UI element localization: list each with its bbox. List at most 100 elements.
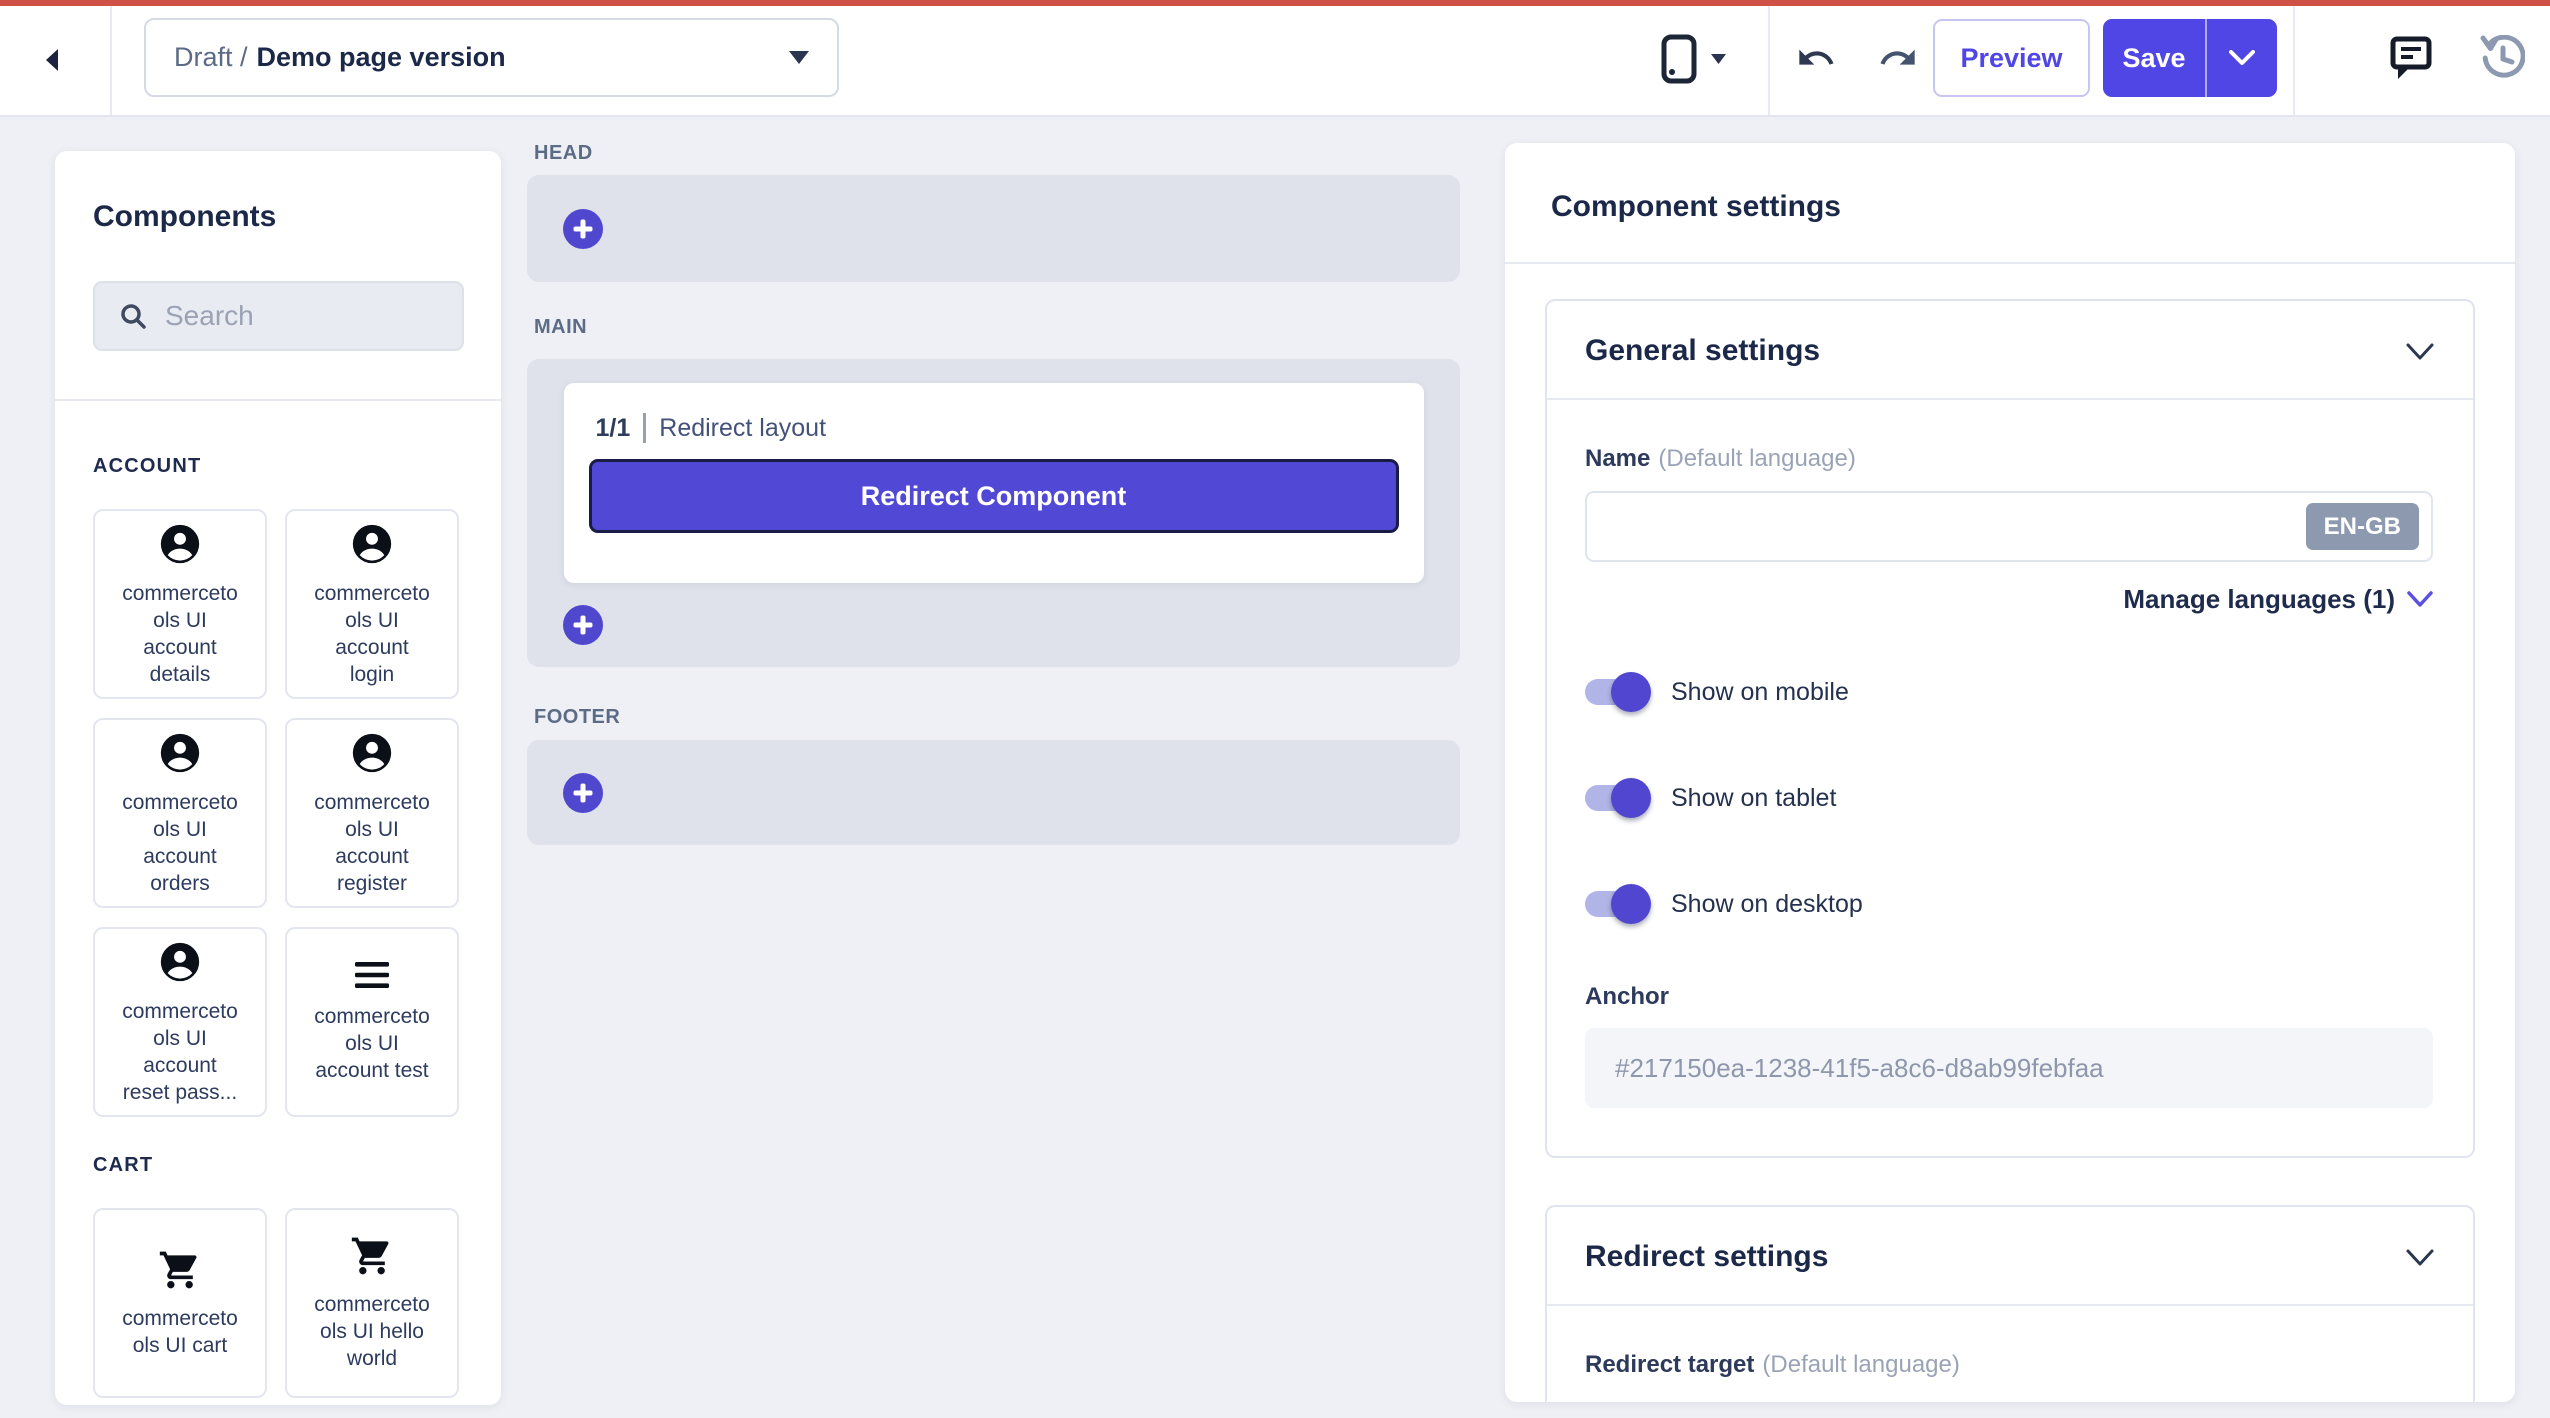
cell-divider (643, 413, 646, 443)
zone-label-main: MAIN (534, 316, 587, 339)
toolbar-divider (1768, 6, 1770, 115)
component-tile[interactable]: commerceto ols UI account orders (93, 718, 267, 908)
redirect-settings-card: Redirect settings Redirect target(Defaul… (1545, 1205, 2475, 1402)
tile-label: commerceto ols UI account login (314, 580, 430, 688)
main-dropzone[interactable]: 1/1 Redirect layout Redirect Component (527, 359, 1460, 667)
search-input[interactable] (163, 299, 452, 333)
menu-icon (351, 960, 393, 990)
back-button[interactable] (30, 42, 74, 78)
show-on-tablet-row: Show on tablet (1585, 776, 2433, 820)
redirect-settings-title: Redirect settings (1585, 1240, 1828, 1274)
component-tile[interactable]: commerceto ols UI hello world (285, 1208, 459, 1398)
device-preview-select[interactable] (1655, 30, 1740, 88)
name-field-label: Name(Default language) (1585, 444, 2433, 474)
save-button[interactable]: Save (2103, 19, 2205, 97)
component-tile[interactable]: commerceto ols UI account test (285, 927, 459, 1117)
tile-label: commerceto ols UI hello world (314, 1291, 430, 1372)
comment-icon (2389, 35, 2433, 81)
zone-label-head: HEAD (534, 142, 593, 165)
cell-layout-name: Redirect layout (659, 414, 826, 443)
toggle-label: Show on desktop (1671, 890, 1863, 919)
component-tile[interactable]: commerceto ols UI account login (285, 509, 459, 699)
cell-position-badge: 1/1 (596, 414, 631, 443)
component-tile[interactable]: commerceto ols UI cart (93, 1208, 267, 1398)
cart-icon (350, 1234, 394, 1278)
account-circle-icon (349, 730, 395, 776)
chevron-down-icon (2405, 1248, 2435, 1267)
anchor-field[interactable]: #217150ea-1238-41f5-a8c6-d8ab99febfaa (1585, 1028, 2433, 1108)
footer-dropzone[interactable] (527, 740, 1460, 845)
redo-button[interactable] (1876, 36, 1920, 80)
add-component-button-head[interactable] (563, 209, 603, 249)
general-settings-header[interactable]: General settings (1547, 301, 2473, 400)
section-label-account: ACCOUNT (93, 455, 464, 478)
component-search (93, 281, 464, 351)
add-component-button-main[interactable] (563, 605, 603, 645)
redo-icon (1878, 41, 1918, 75)
comments-button[interactable] (2388, 34, 2434, 82)
anchor-field-label: Anchor (1585, 982, 2433, 1012)
history-button[interactable] (2478, 34, 2526, 82)
chevron-down-icon (2405, 342, 2435, 361)
toolbar-divider (2293, 6, 2295, 115)
general-settings-card: General settings Name(Default language) … (1545, 299, 2475, 1158)
account-circle-icon (157, 730, 203, 776)
show-on-desktop-row: Show on desktop (1585, 882, 2433, 926)
tile-label: commerceto ols UI account register (314, 789, 430, 897)
redirect-component[interactable]: Redirect Component (589, 459, 1399, 533)
component-tile[interactable]: commerceto ols UI account register (285, 718, 459, 908)
language-badge: EN-GB (2306, 503, 2419, 550)
tile-label: commerceto ols UI account test (314, 1003, 430, 1084)
search-icon (119, 302, 147, 330)
page-version-select[interactable]: Draft / Demo page version (144, 18, 839, 97)
save-button-group: Save (2103, 19, 2277, 97)
sidebar-divider (55, 399, 501, 401)
tile-label: commerceto ols UI account orders (122, 789, 238, 897)
account-circle-icon (157, 939, 203, 985)
cart-tile-grid: commerceto ols UI cart commerceto ols UI… (93, 1208, 464, 1398)
tile-label: commerceto ols UI cart (122, 1305, 238, 1359)
top-accent-bar (0, 0, 2550, 6)
cart-icon (158, 1248, 202, 1292)
toolbar-divider (110, 6, 112, 115)
head-dropzone[interactable] (527, 175, 1460, 282)
toggle-label: Show on tablet (1671, 784, 1836, 813)
add-component-button-footer[interactable] (563, 773, 603, 813)
tile-label: commerceto ols UI account details (122, 580, 238, 688)
account-tile-grid: commerceto ols UI account details commer… (93, 509, 464, 1117)
chevron-down-icon (2229, 50, 2255, 66)
settings-panel-title: Component settings (1551, 190, 2515, 224)
mobile-icon (1661, 34, 1697, 84)
redirect-settings-header[interactable]: Redirect settings (1547, 1207, 2473, 1306)
caret-down-icon (789, 51, 809, 64)
undo-icon (1796, 41, 1836, 75)
components-sidebar: Components ACCOUNT commerceto ols UI acc… (55, 151, 501, 1405)
toggle-label: Show on mobile (1671, 678, 1849, 707)
account-circle-icon (349, 521, 395, 567)
toggle-show-on-mobile[interactable] (1585, 670, 1651, 714)
show-on-mobile-row: Show on mobile (1585, 670, 2433, 714)
undo-button[interactable] (1794, 36, 1838, 80)
general-settings-title: General settings (1585, 334, 1820, 368)
save-options-button[interactable] (2207, 19, 2277, 97)
version-prefix: Draft / (174, 42, 248, 73)
account-circle-icon (157, 521, 203, 567)
component-tile[interactable]: commerceto ols UI account details (93, 509, 267, 699)
history-icon (2479, 35, 2525, 81)
redirect-target-label: Redirect target(Default language) (1585, 1350, 2433, 1380)
panel-divider (1505, 262, 2515, 264)
manage-languages-link[interactable]: Manage languages (1) (1585, 584, 2433, 615)
layout-cell[interactable]: 1/1 Redirect layout Redirect Component (564, 383, 1424, 583)
name-field: EN-GB (1585, 491, 2433, 562)
top-toolbar: Draft / Demo page version Preview Save (0, 0, 2550, 117)
toggle-show-on-tablet[interactable] (1585, 776, 1651, 820)
sidebar-title: Components (93, 200, 464, 234)
layout-cell-header: 1/1 Redirect layout (589, 413, 1399, 443)
version-name: Demo page version (257, 42, 506, 73)
caret-down-icon (1711, 54, 1726, 64)
component-settings-panel: Component settings General settings Name… (1505, 143, 2515, 1402)
preview-button[interactable]: Preview (1933, 19, 2090, 97)
chevron-down-icon (2407, 591, 2433, 608)
toggle-show-on-desktop[interactable] (1585, 882, 1651, 926)
component-tile[interactable]: commerceto ols UI account reset pass... (93, 927, 267, 1117)
